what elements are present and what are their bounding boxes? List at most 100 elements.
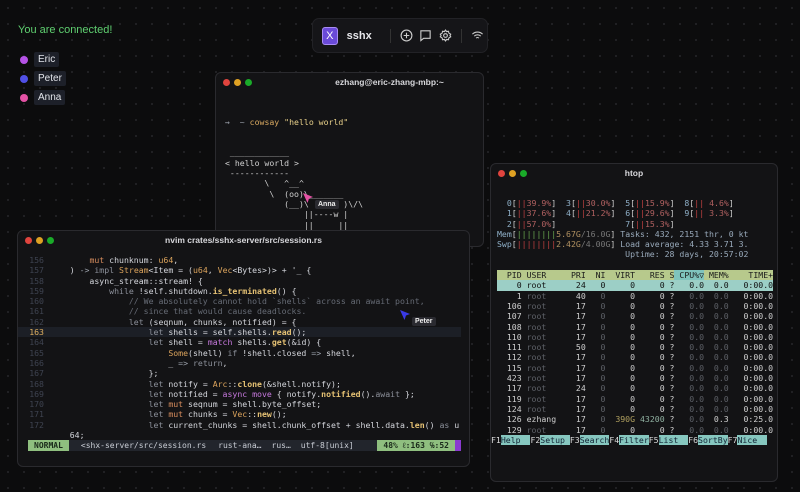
process-cell: 17: [566, 403, 586, 414]
cpu-bracket: ]: [728, 198, 734, 208]
code-token: <Item = (: [148, 265, 193, 276]
process-cell: 119: [497, 393, 522, 404]
network-status-button[interactable]: [470, 27, 485, 45]
process-cell: 115: [497, 362, 522, 373]
line-number: 169: [29, 388, 44, 399]
close-button[interactable]: [223, 78, 230, 86]
process-cell: 423: [497, 373, 522, 384]
function-key-label[interactable]: Search: [579, 434, 610, 445]
process-row[interactable]: 124 root 17 0 0 0 ? 0.0 0.0 0:00.0: [497, 404, 773, 414]
maximize-button[interactable]: [245, 78, 252, 86]
cpu-id: 2: [497, 218, 512, 229]
process-cell: root: [521, 300, 567, 311]
line-number: 170: [29, 399, 44, 410]
process-cell: 0.0: [674, 414, 705, 425]
art-line: \ ^__^: [225, 178, 304, 189]
code-token: (&shell.notify);: [262, 378, 341, 389]
process-cell: 110: [497, 331, 522, 342]
htop-output[interactable]: 0[||39.9%] 3[||30.0%] 5[||15.9%] 8[|| 4.…: [491, 198, 774, 445]
code-editor[interactable]: 156 mut chunknum: u64, 157 ) -> impl Stre…: [18, 255, 461, 440]
command: cowsay: [249, 116, 280, 127]
function-key-label[interactable]: List: [658, 434, 689, 445]
terminal-output[interactable]: → ~ cowsay "hello world" ____________ < h…: [216, 91, 483, 246]
connection-status: You are connected!: [18, 24, 113, 36]
terminal-window-htop[interactable]: htop 0[||39.9%] 3[||30.0%] 5[||15.9%] 8[…: [490, 163, 778, 482]
column-header: VIRT: [605, 270, 636, 281]
column-header: USER: [521, 270, 567, 281]
process-row[interactable]: 126 ezhang 17 0 390G 43200 ? 0.0 0.3 0:2…: [497, 414, 773, 424]
function-key-label[interactable]: Filter: [619, 434, 649, 445]
code-token: let: [128, 316, 144, 327]
process-row[interactable]: 107 root 17 0 0 0 ? 0.0 0.0 0:00.0: [497, 311, 773, 321]
user-color-dot: [20, 93, 28, 102]
minimize-button[interactable]: [234, 78, 241, 86]
user-item[interactable]: Peter: [18, 69, 66, 88]
code-token: () {: [276, 285, 297, 296]
process-cell: 0: [635, 300, 665, 311]
column-header: S: [664, 270, 675, 281]
process-cell: 0: [635, 290, 665, 301]
function-key-label[interactable]: SortBy: [698, 434, 728, 445]
process-cell: ?: [664, 331, 675, 342]
process-row[interactable]: 423 root 17 0 0 0 ? 0.0 0.0 0:00.0: [497, 373, 773, 383]
function-key: F2: [530, 434, 541, 445]
process-row[interactable]: 112 root 17 0 0 0 ? 0.0 0.0 0:00.0: [497, 352, 773, 362]
process-cell: 0: [605, 403, 636, 414]
process-row[interactable]: 106 root 17 0 0 0 ? 0.0 0.0 0:00.0: [497, 301, 773, 311]
cpu-bar: ||: [694, 208, 705, 219]
chat-button[interactable]: [418, 27, 433, 45]
process-cell: root: [521, 373, 567, 384]
terminal-window-nvim[interactable]: nvim crates/sshx-server/src/session.rs 1…: [17, 230, 470, 467]
function-key-label[interactable]: Setup: [540, 434, 570, 445]
user-item[interactable]: Eric: [18, 50, 66, 69]
user-name: Anna: [34, 90, 66, 105]
process-row[interactable]: 119 root 17 0 0 0 ? 0.0 0.0 0:00.0: [497, 394, 773, 404]
process-cell: 0: [585, 362, 606, 373]
process-cell: 0: [605, 393, 636, 404]
terminal-window-shell[interactable]: ezhang@eric-zhang-mbp:~ → ~ cowsay "hell…: [215, 72, 484, 247]
process-row[interactable]: 115 root 17 0 0 0 ? 0.0 0.0 0:00.0: [497, 363, 773, 373]
process-table-header: PID USER PRI NI VIRT RES S CPU%▽ MEM% TI…: [497, 270, 773, 281]
cpu-meter-empty: [556, 219, 615, 229]
process-cell: 0: [585, 414, 606, 425]
process-row[interactable]: 111 root 50 0 0 0 ? 0.0 0.0 0:00.0: [497, 342, 773, 352]
process-row[interactable]: 110 root 17 0 0 0 ? 0.0 0.0 0:00.0: [497, 332, 773, 342]
process-cell: ?: [664, 321, 675, 332]
process-row[interactable]: 108 root 17 0 0 0 ? 0.0 0.0 0:00.0: [497, 322, 773, 332]
code-token: // since that would cause deadlocks.: [50, 306, 307, 317]
line-number: 172: [29, 419, 44, 430]
window-titlebar[interactable]: nvim crates/sshx-server/src/session.rs: [18, 231, 469, 249]
process-cell: 129: [497, 424, 522, 435]
code-line: 157 ) -> impl Stream<Item = (u64, Vec<By…: [18, 265, 461, 275]
cpu-percent: 30.0%: [585, 198, 611, 208]
process-cell: 0: [605, 331, 636, 342]
process-cell: 0.0: [674, 424, 705, 435]
process-cell: ?: [664, 290, 675, 301]
code-token: read: [271, 327, 292, 338]
settings-button[interactable]: [437, 27, 452, 45]
process-row[interactable]: 117 root 24 0 0 0 ? 0.0 0.0 0:00.0: [497, 383, 773, 393]
window-titlebar[interactable]: htop: [491, 164, 777, 182]
process-cell: 0:00.0: [728, 280, 774, 291]
function-key-label[interactable]: Nice: [737, 434, 768, 445]
function-key-label[interactable]: Help: [500, 434, 531, 445]
process-row[interactable]: 1 root 40 0 0 0 ? 0.0 0.0 0:00.0: [497, 291, 773, 301]
process-cell: 0.0: [704, 373, 729, 384]
process-row[interactable]: 129 root 17 0 0 0 ? 0.0 0.0 0:00.0: [497, 425, 773, 435]
user-name: Peter: [34, 71, 66, 86]
code-token: =>: [311, 347, 322, 358]
process-row[interactable]: 0 root 24 0 0 0 ? 0.0 0.0 0:00.0: [497, 280, 774, 291]
process-cell: 17: [566, 331, 586, 342]
window-titlebar[interactable]: ezhang@eric-zhang-mbp:~: [216, 73, 483, 91]
user-item[interactable]: Anna: [18, 88, 66, 107]
process-cell: 0.0: [674, 300, 705, 311]
cpu-bar: ||: [635, 218, 645, 229]
code-token: mut: [168, 409, 184, 420]
nvim-statusline: NORMAL <shx-server/src/session.rs rust-a…: [28, 440, 461, 451]
art-line: || ||: [225, 219, 349, 230]
art-line: ||----w |: [225, 209, 349, 220]
new-terminal-button[interactable]: [399, 27, 414, 45]
process-cell: ?: [664, 311, 675, 322]
